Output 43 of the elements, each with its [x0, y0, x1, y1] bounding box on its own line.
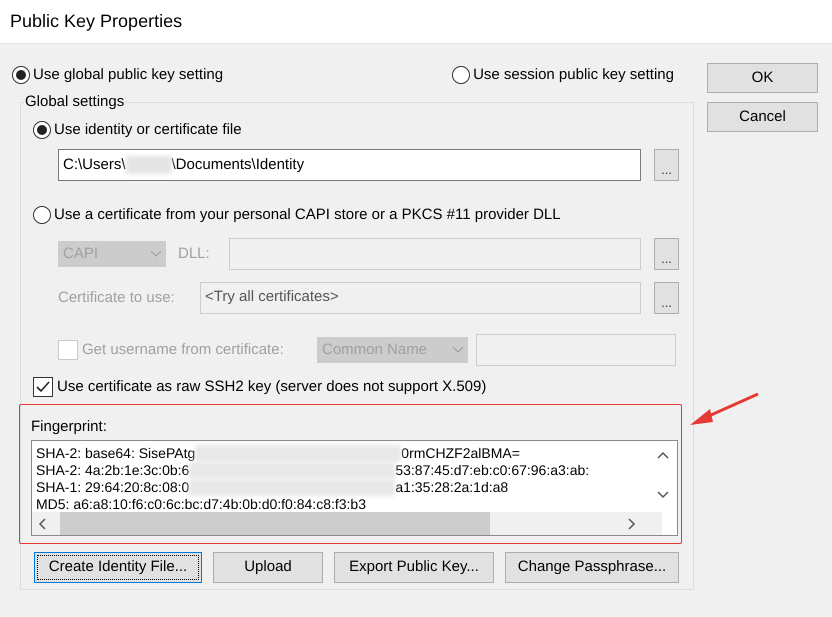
scroll-right-icon: [628, 518, 636, 530]
fingerprint-text: SHA-2: base64: SisePAtg: [36, 445, 196, 462]
fingerprint-text: 53:87:45:d7:eb:c0:67:96:a3:ab:: [395, 462, 590, 479]
checkbox[interactable]: [33, 377, 53, 397]
dll-label: DLL:: [178, 244, 211, 264]
path-field[interactable]: C:\Users\ \Documents\Identity: [58, 149, 641, 181]
chevron-down-icon: [151, 251, 161, 257]
radio-button[interactable]: [12, 66, 30, 84]
action-button[interactable]: Change Passphrase...: [505, 552, 679, 583]
scroll-up-icon: [657, 451, 669, 459]
fingerprint-text: MD5: a6:a8:10:f6:c0:6c:bc:d7:4b:0b:d0:f0:84:c8:f3:b3: [36, 496, 366, 513]
checkmark-icon: [35, 379, 51, 395]
fingerprint-text: SHA-2: 4a:2b:1e:3c:0b:6: [36, 462, 190, 479]
horizontal-scrollbar[interactable]: [32, 512, 662, 535]
browse-button[interactable]: ...: [654, 149, 679, 181]
action-button[interactable]: Upload: [213, 552, 323, 583]
chevron-down-icon: [453, 347, 463, 353]
fingerprint-text: SHA-1: 29:64:20:8c:08:0: [36, 479, 190, 496]
group-title: Global settings: [24, 92, 126, 112]
fingerprint-text: a1:35:28:2a:1d:a8: [395, 479, 508, 496]
redaction-blur: [126, 156, 172, 174]
fingerprint-label: Fingerprint:: [31, 417, 108, 437]
action-button[interactable]: Create Identity File...: [34, 552, 202, 583]
radio-option[interactable]: Use a certificate from your personal CAPI store or a PKCS #11 provider DLL: [33, 204, 693, 226]
annotation-arrow: [688, 392, 760, 428]
radio-button[interactable]: [33, 121, 51, 139]
scroll-down-icon: [657, 491, 669, 499]
dialog-button[interactable]: OK: [707, 63, 818, 93]
checkbox-option[interactable]: Use certificate as raw SSH2 key (server does not support X.509): [33, 376, 693, 398]
action-button[interactable]: Export Public Key...: [334, 552, 494, 583]
radio-option[interactable]: Use global public key setting: [12, 64, 224, 86]
window-title: Public Key Properties: [10, 10, 182, 33]
radio-button[interactable]: [33, 206, 51, 224]
path-text: C:\Users\: [63, 154, 126, 175]
radio-option[interactable]: Use identity or certificate file: [33, 119, 693, 141]
path-text: \Documents\Identity: [172, 154, 304, 175]
radio-button[interactable]: [452, 66, 470, 84]
fingerprint-text: 0rmCHZF2alBMA=: [401, 445, 520, 462]
certificate-label: Certificate to use:: [58, 288, 176, 308]
dialog-button[interactable]: Cancel: [707, 102, 818, 132]
scrollbar-thumb[interactable]: [60, 512, 490, 535]
radio-option[interactable]: Use session public key setting: [452, 64, 674, 86]
scroll-left-icon: [38, 518, 46, 530]
